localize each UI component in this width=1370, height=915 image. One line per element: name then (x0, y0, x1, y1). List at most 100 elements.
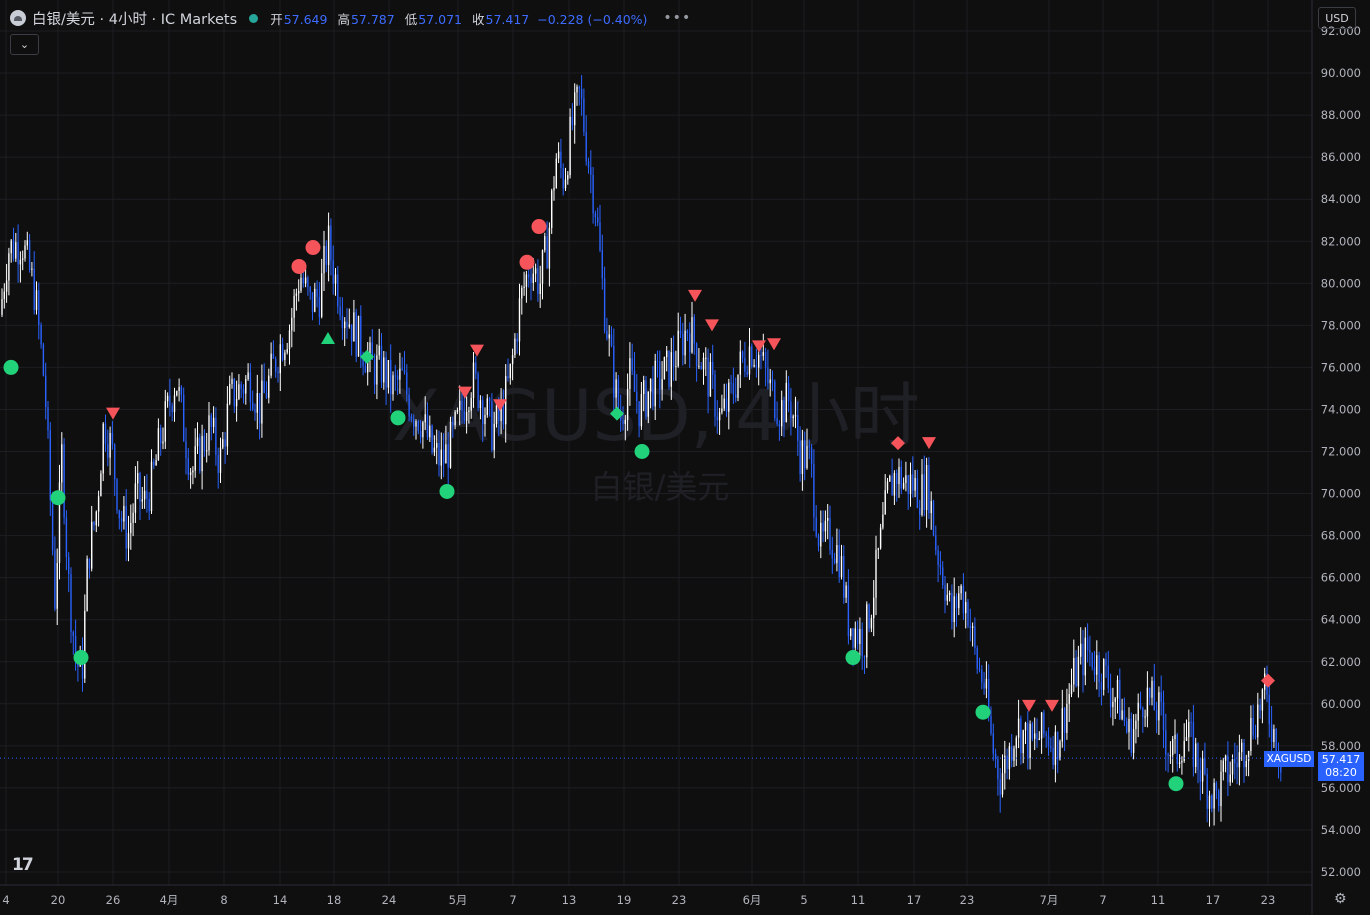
candle-body (463, 410, 465, 421)
candle-body (447, 444, 449, 468)
candle-body (978, 668, 981, 670)
candle-body (958, 593, 960, 609)
candle-body (183, 394, 185, 442)
candle-body (790, 401, 792, 418)
candle-body (767, 367, 769, 384)
candle-body (203, 435, 206, 451)
candle-body (698, 365, 700, 367)
candle-body (47, 407, 49, 431)
candle-body (695, 343, 698, 367)
candle-body (1100, 682, 1103, 690)
candle-body (256, 393, 258, 413)
candle-body (822, 522, 824, 532)
candle-body (1112, 701, 1114, 708)
candle-body (479, 400, 482, 409)
collapse-legend-button[interactable]: ⌄ (10, 34, 39, 55)
candle-body (109, 432, 111, 458)
candle-body (985, 678, 988, 689)
candle-body (139, 473, 141, 502)
price-chart[interactable]: 52.000 54.000 56.000 58.000 60.000 62.000 64.0… (0, 0, 1370, 915)
candle-body (270, 353, 272, 376)
candle-body (1116, 679, 1119, 699)
candle-body (521, 287, 523, 299)
candle-body (728, 382, 730, 412)
candle-body (321, 273, 323, 317)
candle-body (178, 387, 180, 392)
candle-body (1084, 637, 1086, 676)
signal-circle-marker (73, 650, 89, 666)
symbol-title[interactable]: 白银/美元 · 4小时 · IC Markets (32, 8, 237, 29)
candle-body (1268, 694, 1270, 725)
candle-body (360, 315, 362, 357)
candle-body (663, 357, 666, 380)
candle-body (652, 378, 654, 407)
candle-body (493, 423, 495, 451)
y-tick-label: 76.000 (1321, 360, 1361, 374)
candle-body (35, 290, 38, 311)
x-tick-label: 20 (51, 893, 66, 907)
candle-body (1192, 722, 1195, 767)
candle-body (403, 369, 406, 373)
candle-body (1038, 738, 1040, 740)
candle-body (28, 240, 31, 270)
market-status-icon (249, 13, 259, 23)
candle-body (951, 592, 953, 623)
candle-body (1017, 718, 1020, 738)
candle-body (778, 424, 781, 427)
candle-body (1073, 657, 1075, 685)
candle-body (1128, 718, 1130, 733)
candle-body (1013, 748, 1015, 761)
candle-body (325, 245, 327, 265)
candle-body (891, 475, 893, 496)
candle-body (974, 626, 976, 648)
candle-body (229, 383, 231, 404)
candle-body (22, 258, 24, 260)
candle-body (1096, 655, 1098, 675)
candle-body (937, 550, 939, 565)
last-price-value: 57.417 (1321, 753, 1361, 766)
candle-body (900, 466, 902, 489)
candle-body (530, 277, 532, 283)
candle-body (896, 472, 898, 485)
candle-body (730, 382, 732, 384)
candle-body (944, 585, 946, 601)
candle-body (764, 352, 767, 368)
candle-body (1089, 650, 1091, 653)
candle-body (932, 501, 935, 536)
candle-body (999, 779, 1001, 795)
candle-body (212, 417, 215, 427)
ohlc-high: 高57.787 (337, 11, 395, 27)
candle-body (723, 398, 725, 409)
candle-body (613, 345, 615, 398)
candle-body (1208, 795, 1211, 809)
candle-body (914, 478, 916, 491)
candle-body (925, 465, 928, 511)
candle-body (624, 419, 626, 425)
candle-body (247, 372, 249, 380)
candle-body (383, 357, 385, 383)
candle-body (948, 592, 951, 595)
candle-body (1001, 773, 1004, 795)
candle-body (1181, 760, 1183, 763)
candle-body (51, 500, 54, 551)
candle-body (553, 187, 555, 191)
candle-body (1052, 747, 1054, 765)
candle-body (378, 345, 380, 356)
candle-body (638, 401, 640, 427)
candle-body (97, 496, 100, 512)
settings-gear-icon[interactable]: ⚙ (1334, 891, 1350, 907)
candle-body (1027, 722, 1029, 758)
candle-body (452, 421, 454, 426)
tradingview-logo-icon[interactable]: 17 (12, 855, 44, 875)
candle-body (1121, 710, 1123, 720)
y-tick-label: 84.000 (1321, 192, 1361, 206)
candle-body (615, 379, 617, 398)
candle-body (661, 379, 663, 390)
candle-body (794, 415, 797, 417)
candle-body (291, 317, 293, 331)
y-tick-label: 82.000 (1321, 234, 1361, 248)
more-options-icon[interactable]: ••• (663, 10, 691, 26)
candle-body (327, 225, 330, 265)
candle-body (1015, 737, 1017, 749)
currency-button[interactable]: USD (1318, 7, 1356, 29)
